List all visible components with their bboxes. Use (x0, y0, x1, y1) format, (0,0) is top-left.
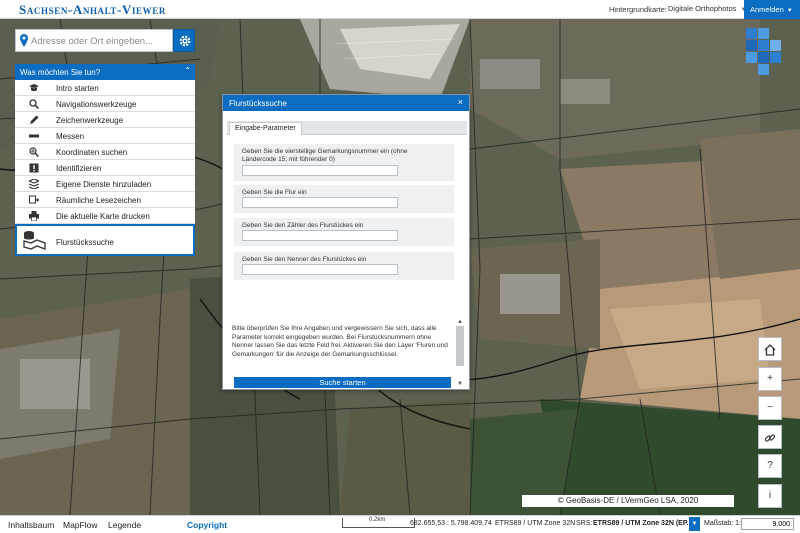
tool-bookmarks[interactable]: Räumliche Lesezeichen (15, 192, 195, 208)
search-coords-icon (29, 147, 39, 157)
top-bar: Sachsen-Anhalt-Viewer Hintergrundkarte: … (0, 0, 800, 19)
tool-label: Identifizieren (56, 164, 102, 173)
scroll-up-icon[interactable]: ▲ (457, 319, 463, 325)
field-gemarkung: Geben Sie die vierstellige Gemarkungsnum… (234, 144, 454, 181)
tools-panel-title: Was möchten Sie tun? (20, 68, 101, 77)
field-label: Geben Sie den Nenner des Flurstückes ein (242, 256, 367, 263)
zaehler-input[interactable] (242, 230, 398, 241)
nenner-input[interactable] (242, 264, 398, 275)
tab-strip: Eingabe-Parameter (227, 121, 467, 135)
field-label: Geben Sie die Flur ein (242, 189, 307, 196)
info-button[interactable]: i (758, 484, 782, 508)
zoom-out-icon: − (767, 402, 773, 413)
ruler-icon (29, 134, 39, 138)
background-map-select[interactable]: Digitale Orthophotos▼ (668, 4, 746, 13)
close-icon[interactable]: × (458, 97, 463, 107)
scale-label: Maßstab: 1: (704, 520, 741, 527)
scale-bar: 0.2km (342, 517, 415, 528)
tab-content-tree[interactable]: Inhaltsbaum (8, 520, 54, 530)
srs-select[interactable]: ETRS89 / UTM Zone 32N (EP... (593, 520, 692, 527)
tool-label: Die aktuelle Karte drucken (56, 212, 150, 221)
tab-legend[interactable]: Legende (108, 520, 141, 530)
field-nenner: Geben Sie den Nenner des Flurstückes ein (234, 252, 454, 280)
tool-coordinates[interactable]: Koordinaten suchen (15, 144, 195, 160)
parcel-search-dialog: Flurstückssuche × Eingabe-Parameter Gebe… (222, 94, 470, 390)
field-label: Geben Sie den Zähler des Flurstückes ein (242, 222, 364, 229)
zoom-icon (29, 99, 39, 109)
app-title: Sachsen-Anhalt-Viewer (19, 2, 166, 17)
tool-label: Flurstückssuche (56, 238, 114, 247)
gear-icon (179, 35, 191, 47)
field-flur: Geben Sie die Flur ein (234, 185, 454, 213)
link-icon (764, 434, 776, 442)
print-icon (29, 211, 39, 221)
home-icon (764, 344, 776, 356)
tool-print[interactable]: Die aktuelle Karte drucken (15, 208, 195, 224)
tool-add-services[interactable]: Eigene Dienste hinzuladen (15, 176, 195, 192)
zoom-in-button[interactable]: + (758, 367, 782, 391)
info-icon: i (768, 490, 772, 501)
tools-panel-header[interactable]: Was möchten Sie tun? ⌃ (15, 64, 195, 80)
scale-input[interactable] (741, 518, 794, 530)
tool-label: Zeichenwerkzeuge (56, 116, 124, 125)
chevron-down-icon[interactable]: ▼ (689, 517, 700, 531)
tools-panel: Was möchten Sie tun? ⌃ Intro starten Nav… (15, 64, 195, 256)
bottom-bar: Inhaltsbaum MapFlow Legende Copyright 0.… (0, 515, 800, 533)
copyright-link[interactable]: Copyright (187, 520, 227, 530)
dialog-scrollbar[interactable]: ▲ ▼ (456, 319, 464, 387)
map-attribution: © GeoBasis-DE / LVermGeo LSA, 2020 (522, 495, 734, 507)
crs-display: ETRS89 / UTM Zone 32N (495, 520, 576, 527)
home-button[interactable] (758, 337, 782, 361)
tool-navigation[interactable]: Navigationswerkzeuge (15, 96, 195, 112)
gemarkung-input[interactable] (242, 165, 398, 176)
tool-label: Räumliche Lesezeichen (56, 196, 141, 205)
background-map-label: Hintergrundkarte: (609, 5, 667, 14)
tab-mapflow[interactable]: MapFlow (63, 520, 97, 530)
layers-add-icon (29, 179, 39, 189)
tool-identify[interactable]: Identifizieren (15, 160, 195, 176)
tool-intro[interactable]: Intro starten (15, 80, 195, 96)
zoom-in-icon: + (767, 373, 773, 384)
search-input[interactable] (31, 34, 171, 48)
dialog-title-bar[interactable]: Flurstückssuche × (223, 95, 469, 111)
tool-label: Messen (56, 132, 85, 141)
dialog-title: Flurstückssuche (229, 99, 287, 108)
identify-icon (29, 163, 39, 173)
srs-label: SRS: (576, 520, 593, 527)
tool-parcel-search[interactable]: Flurstückssuche (15, 224, 195, 256)
login-button[interactable]: Anmelden ▼ (744, 0, 800, 19)
address-search-box (15, 29, 173, 52)
tool-label: Koordinaten suchen (56, 148, 128, 157)
start-search-button[interactable]: Suche starten (234, 377, 451, 388)
parcel-search-icon (23, 231, 46, 250)
help-icon: ? (767, 460, 773, 471)
scroll-down-icon[interactable]: ▼ (457, 381, 463, 387)
tool-drawing[interactable]: Zeichenwerkzeuge (15, 112, 195, 128)
chevron-down-icon: ▼ (786, 8, 793, 14)
tool-label: Eigene Dienste hinzuladen (56, 180, 152, 189)
tool-label: Intro starten (56, 84, 99, 93)
login-label: Anmelden (750, 5, 784, 14)
info-text: Bitte überprüfen Sie Ihre Angaben und ve… (232, 325, 448, 358)
help-button[interactable]: ? (758, 454, 782, 478)
pencil-icon (30, 115, 39, 124)
map-pin-icon (20, 34, 28, 47)
zoom-out-button[interactable]: − (758, 396, 782, 420)
tab-input-parameters[interactable]: Eingabe-Parameter (229, 122, 302, 135)
scroll-thumb[interactable] (456, 326, 464, 366)
tool-label: Navigationswerkzeuge (56, 100, 137, 109)
background-map-value: Digitale Orthophotos (668, 4, 737, 13)
lvermgeo-logo (746, 28, 781, 75)
scale-bar-label: 0.2km (369, 517, 386, 523)
tool-measure[interactable]: Messen (15, 128, 195, 144)
cursor-coordinates: 682.655,53 : 5.798.409,74 (410, 520, 492, 527)
chevron-up-icon[interactable]: ⌃ (184, 66, 191, 75)
flur-input[interactable] (242, 197, 398, 208)
bookmark-icon (29, 195, 39, 204)
search-settings-button[interactable] (173, 29, 195, 52)
field-label: Geben Sie die vierstellige Gemarkungsnum… (242, 148, 408, 163)
link-button[interactable] (758, 425, 782, 449)
grad-cap-icon (29, 84, 39, 92)
field-zaehler: Geben Sie den Zähler des Flurstückes ein (234, 218, 454, 246)
